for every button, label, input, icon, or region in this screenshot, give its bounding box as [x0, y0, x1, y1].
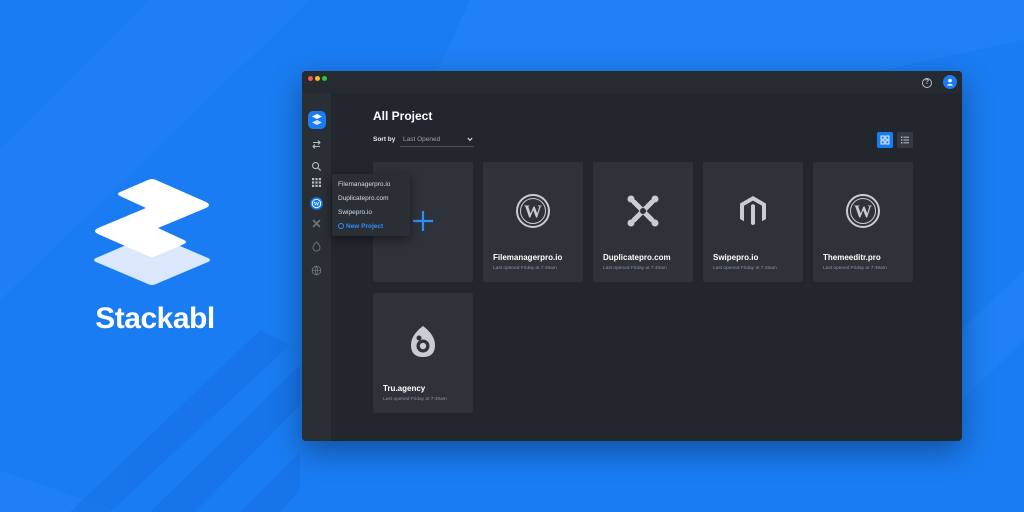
list-view-icon	[901, 136, 909, 144]
sort-label: Sort by	[373, 136, 396, 143]
project-last-opened: Last opened Friday at 7:49am	[713, 266, 777, 271]
chevron-down-icon	[467, 137, 473, 142]
popup-item[interactable]: Swipepro.io	[338, 209, 372, 216]
transfer-arrows-icon[interactable]	[311, 139, 322, 150]
search-icon[interactable]	[311, 161, 322, 172]
project-card[interactable]: Tru.agency Last opened Friday at 7:49am	[373, 293, 473, 413]
stackabl-logo-icon	[94, 179, 210, 285]
project-popup-menu: Filemanagerpro.io Duplicatepro.com Swipe…	[332, 174, 410, 236]
project-last-opened: Last opened Friday at 7:49am	[823, 266, 887, 271]
new-project-button[interactable]: New Project	[338, 223, 383, 230]
wordpress-icon: W	[516, 194, 550, 228]
project-card[interactable]: Swipepro.io Last opened Friday at 7:49am	[703, 162, 803, 282]
grid-view-icon	[880, 135, 890, 145]
stackabl-logo-icon	[312, 114, 322, 125]
app-window: ? W All Project Sort by Last Opened W Fi…	[302, 71, 962, 441]
project-last-opened: Last opened Friday at 7:49am	[383, 397, 447, 402]
joomla-icon	[627, 195, 659, 227]
user-avatar[interactable]	[943, 75, 957, 89]
project-name: Filemanagerpro.io	[493, 253, 563, 262]
page-title: All Project	[373, 109, 433, 123]
project-name: Tru.agency	[383, 384, 426, 393]
project-name: Swipepro.io	[713, 253, 759, 262]
list-view-button[interactable]	[897, 132, 913, 148]
project-name: Duplicatepro.com	[603, 253, 671, 262]
wordpress-icon: W	[846, 194, 880, 228]
popup-item[interactable]: Duplicatepro.com	[338, 195, 389, 202]
project-card[interactable]: W Filemanagerpro.io Last opened Friday a…	[483, 162, 583, 282]
close-window-button[interactable]	[308, 76, 313, 81]
svg-text:W: W	[524, 202, 542, 222]
plus-circle-icon	[338, 223, 344, 229]
drupal-icon	[411, 326, 435, 357]
project-card[interactable]: W Themeeditr.pro Last opened Friday at 7…	[813, 162, 913, 282]
apps-grid-icon[interactable]	[311, 177, 322, 188]
sort-value: Last Opened	[403, 136, 441, 143]
drupal-icon[interactable]	[311, 241, 322, 252]
joomla-icon[interactable]	[311, 218, 322, 229]
plus-icon	[413, 211, 433, 231]
grid-view-button[interactable]	[877, 132, 893, 148]
globe-icon[interactable]	[311, 265, 322, 276]
project-card[interactable]: Duplicatepro.com Last opened Friday at 7…	[593, 162, 693, 282]
sort-select[interactable]: Last Opened	[400, 133, 474, 147]
svg-text:W: W	[854, 202, 872, 222]
brand-name: Stackabl	[95, 302, 215, 335]
minimize-window-button[interactable]	[315, 76, 320, 81]
project-last-opened: Last opened Friday at 7:49am	[493, 266, 557, 271]
magento-icon	[740, 196, 766, 226]
user-icon	[946, 78, 954, 86]
question-circle-icon[interactable]: ?	[922, 78, 932, 88]
wordpress-icon[interactable]: W	[310, 197, 323, 210]
title-bar: ?	[302, 71, 962, 93]
project-name: Themeeditr.pro	[823, 253, 881, 262]
svg-text:W: W	[314, 202, 320, 208]
popup-item[interactable]: Filemanagerpro.io	[338, 181, 390, 188]
new-project-label: New Project	[346, 223, 384, 230]
sidebar-logo[interactable]	[308, 111, 326, 129]
project-last-opened: Last opened Friday at 7:49am	[603, 266, 667, 271]
sidebar: W	[302, 93, 331, 441]
maximize-window-button[interactable]	[322, 76, 327, 81]
